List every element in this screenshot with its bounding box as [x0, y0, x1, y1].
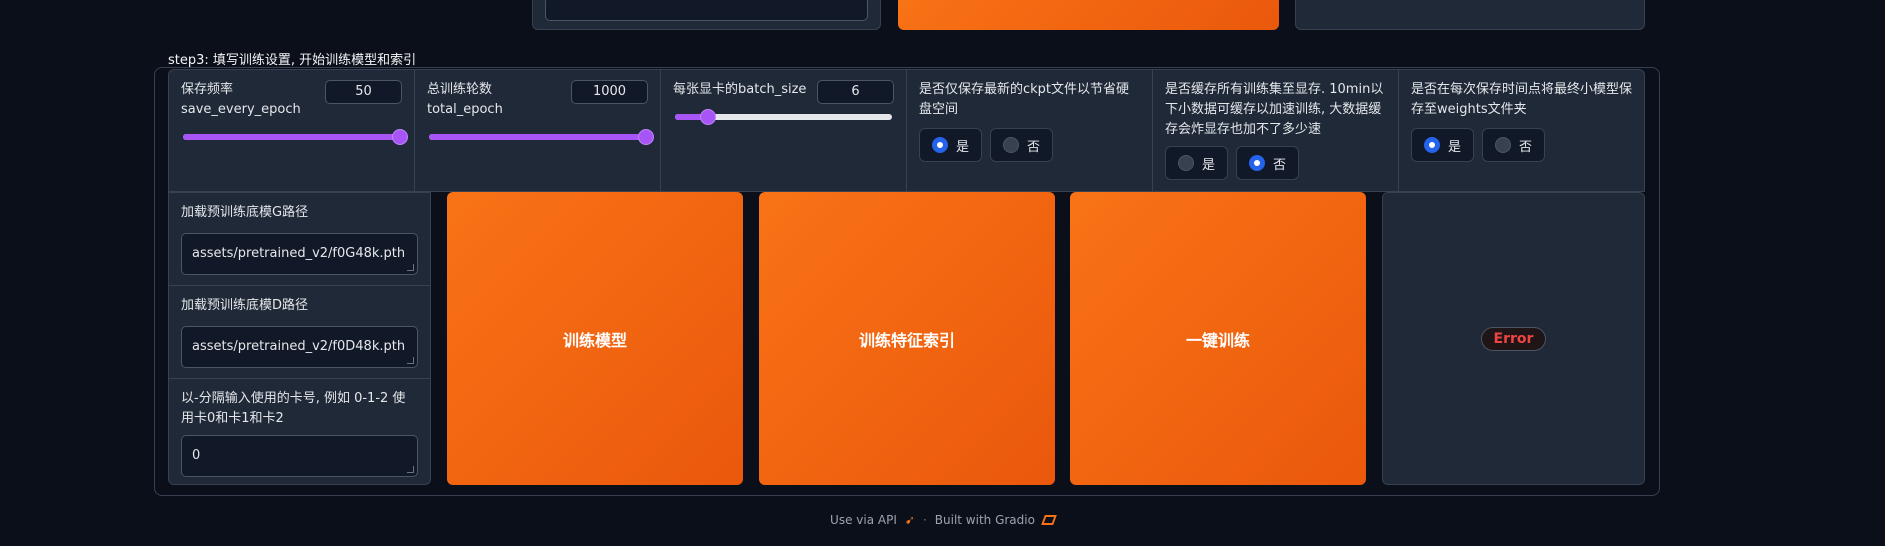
save-latest-label: 是否仅保存最新的ckpt文件以节省硬盘空间 — [919, 82, 1130, 117]
cache-gpu-no[interactable]: 否 — [1236, 146, 1300, 180]
train-model-button[interactable]: 训练模型 — [447, 192, 743, 485]
radio-label: 否 — [1273, 157, 1287, 173]
total-epoch-slider[interactable] — [429, 129, 654, 145]
train-index-button[interactable]: 训练特征索引 — [759, 192, 1055, 485]
save-weights-yes[interactable]: 是 — [1411, 128, 1475, 162]
footer: Use via API ➹ · Built with Gradio — [0, 513, 1885, 527]
gpus-input[interactable]: 0 — [181, 435, 418, 477]
step3-title: step3: 填写训练设置, 开始训练模型和索引 — [168, 53, 417, 68]
radio-label: 否 — [1027, 139, 1041, 155]
pretrained-paths-column: 加载预训练底模G路径 assets/pretrained_v2/f0G48k.p… — [168, 192, 431, 485]
output-panel: Error — [1382, 192, 1645, 485]
save-weights-setting: 是否在每次保存时间点将最终小模型保存至weights文件夹 是 否 — [1399, 70, 1644, 191]
batch-size-slider-thumb[interactable] — [699, 109, 716, 125]
batch-size-setting: 每张显卡的batch_size 6 — [661, 70, 907, 191]
total-epoch-setting: 总训练轮数 total_epoch 1000 — [415, 70, 661, 191]
radio-checked-icon — [932, 137, 948, 153]
save-weights-radio-group: 是 否 — [1411, 128, 1546, 162]
save-frequency-input[interactable]: 50 — [325, 80, 402, 104]
total-epoch-slider-fill — [429, 134, 646, 140]
pretrained-d-label: 加载预训练底模D路径 — [181, 298, 309, 313]
radio-label: 否 — [1519, 139, 1533, 155]
save-weights-no[interactable]: 否 — [1482, 128, 1546, 162]
save-latest-radio-group: 是 否 — [919, 128, 1054, 162]
total-epoch-slider-thumb[interactable] — [638, 129, 654, 145]
pretrained-g-field: 加载预训练底模G路径 assets/pretrained_v2/f0G48k.p… — [169, 193, 430, 286]
radio-label: 是 — [956, 139, 970, 155]
batch-size-slider[interactable] — [675, 109, 892, 125]
gradio-logo-icon — [1041, 515, 1057, 525]
pretrained-d-field: 加载预训练底模D路径 assets/pretrained_v2/f0D48k.p… — [169, 286, 430, 379]
pretrained-g-label: 加载预训练底模G路径 — [181, 205, 309, 220]
radio-checked-icon — [1424, 137, 1440, 153]
total-epoch-input[interactable]: 1000 — [571, 80, 648, 104]
radio-label: 是 — [1448, 139, 1462, 155]
save-frequency-slider[interactable] — [183, 129, 408, 145]
gpus-field: 以-分隔输入使用的卡号, 例如 0-1-2 使用卡0和卡1和卡2 0 — [169, 379, 430, 487]
error-badge: Error — [1480, 326, 1547, 351]
page: step3: 填写训练设置, 开始训练模型和索引 保存频率 save_every… — [0, 0, 1885, 546]
pretrained-g-input[interactable]: assets/pretrained_v2/f0G48k.pth — [181, 233, 418, 275]
cache-gpu-yes[interactable]: 是 — [1165, 146, 1229, 180]
save-latest-setting: 是否仅保存最新的ckpt文件以节省硬盘空间 是 否 — [907, 70, 1153, 191]
built-with-gradio-link[interactable]: Built with Gradio — [935, 513, 1035, 527]
radio-checked-icon — [1249, 155, 1266, 171]
radio-unchecked-icon — [1003, 137, 1020, 153]
rocket-icon: ➹ — [904, 513, 915, 527]
cache-gpu-setting: 是否缓存所有训练集至显存. 10min以下小数据可缓存以加速训练, 大数据缓存会… — [1153, 70, 1399, 191]
radio-label: 是 — [1202, 157, 1216, 173]
top-partial-button[interactable] — [898, 0, 1279, 30]
use-via-api-link[interactable]: Use via API — [830, 513, 897, 527]
save-frequency-slider-thumb[interactable] — [392, 129, 408, 145]
radio-unchecked-icon — [1178, 155, 1194, 171]
batch-size-input[interactable]: 6 — [817, 80, 894, 104]
save-frequency-slider-fill — [183, 134, 400, 140]
pretrained-d-input[interactable]: assets/pretrained_v2/f0D48k.pth — [181, 326, 418, 368]
top-partial-input[interactable] — [545, 0, 868, 21]
top-partial-panel — [1295, 0, 1645, 30]
settings-row: 保存频率 save_every_epoch 50 总训练轮数 total_epo… — [168, 69, 1645, 192]
gpus-label: 以-分隔输入使用的卡号, 例如 0-1-2 使用卡0和卡1和卡2 — [181, 391, 406, 426]
cache-gpu-radio-group: 是 否 — [1165, 146, 1300, 180]
top-partial-textbox — [532, 0, 881, 30]
save-weights-label: 是否在每次保存时间点将最终小模型保存至weights文件夹 — [1411, 82, 1633, 117]
cache-gpu-label: 是否缓存所有训练集至显存. 10min以下小数据可缓存以加速训练, 大数据缓存会… — [1165, 82, 1384, 137]
save-frequency-setting: 保存频率 save_every_epoch 50 — [169, 70, 415, 191]
save-latest-no[interactable]: 否 — [990, 128, 1054, 162]
one-click-train-button[interactable]: 一键训练 — [1070, 192, 1366, 485]
footer-separator: · — [922, 513, 927, 527]
radio-unchecked-icon — [1495, 137, 1512, 153]
save-latest-yes[interactable]: 是 — [919, 128, 983, 162]
